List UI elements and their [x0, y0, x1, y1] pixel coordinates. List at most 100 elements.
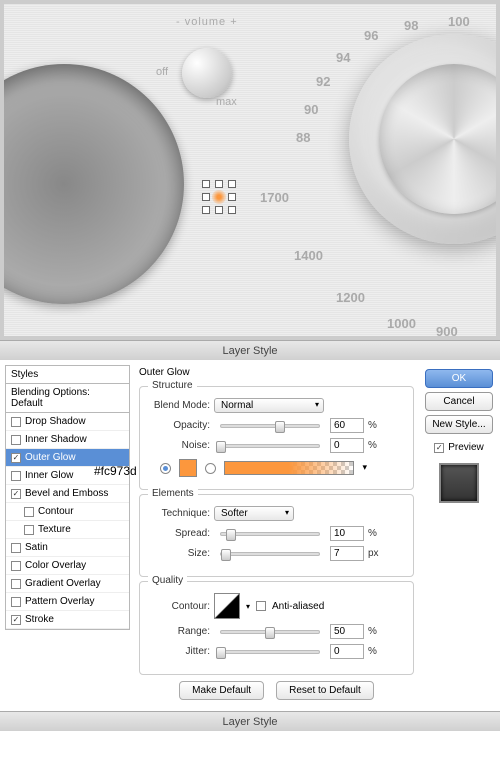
- style-item-contour[interactable]: Contour: [6, 503, 129, 521]
- jitter-unit: %: [368, 646, 377, 657]
- canvas-preview: - volume + off max 969810094929088170014…: [0, 0, 500, 340]
- noise-input[interactable]: [330, 438, 364, 453]
- cancel-button[interactable]: Cancel: [425, 392, 493, 411]
- preview-checkbox[interactable]: [434, 443, 444, 453]
- style-checkbox[interactable]: [11, 543, 21, 553]
- styles-column: Styles Blending Options: Default Drop Sh…: [5, 365, 130, 706]
- size-slider[interactable]: [220, 552, 320, 556]
- style-checkbox[interactable]: [11, 579, 21, 589]
- style-label: Inner Shadow: [25, 434, 87, 445]
- technique-dropdown[interactable]: Softer: [214, 506, 294, 521]
- style-item-inner-shadow[interactable]: Inner Shadow: [6, 431, 129, 449]
- blending-options-header[interactable]: Blending Options: Default: [6, 384, 129, 413]
- technique-label: Technique:: [148, 508, 210, 519]
- style-label: Satin: [25, 542, 48, 553]
- style-checkbox[interactable]: [24, 507, 34, 517]
- style-item-bevel-and-emboss[interactable]: Bevel and Emboss: [6, 485, 129, 503]
- noise-unit: %: [368, 440, 377, 451]
- freq-label: 1200: [336, 290, 365, 305]
- style-checkbox[interactable]: [24, 525, 34, 535]
- preview-thumbnail: [439, 463, 479, 503]
- glow-color-swatch[interactable]: [179, 459, 197, 477]
- ok-button[interactable]: OK: [425, 369, 493, 388]
- style-item-color-overlay[interactable]: Color Overlay: [6, 557, 129, 575]
- gradient-radio[interactable]: [205, 463, 216, 474]
- blendmode-dropdown[interactable]: Normal: [214, 398, 324, 413]
- reset-default-button[interactable]: Reset to Default: [276, 681, 374, 700]
- style-checkbox[interactable]: [11, 435, 21, 445]
- size-input[interactable]: [330, 546, 364, 561]
- spread-label: Spread:: [148, 528, 210, 539]
- range-unit: %: [368, 626, 377, 637]
- size-unit: px: [368, 548, 379, 559]
- freq-label: 98: [404, 18, 418, 33]
- range-slider[interactable]: [220, 630, 320, 634]
- style-checkbox[interactable]: [11, 597, 21, 607]
- freq-label: 92: [316, 74, 330, 89]
- settings-column: Outer Glow Structure Blend Mode: Normal …: [135, 365, 418, 706]
- opacity-input[interactable]: [330, 418, 364, 433]
- structure-fieldset: Structure Blend Mode: Normal Opacity: % …: [139, 386, 414, 490]
- jitter-slider[interactable]: [220, 650, 320, 654]
- layer-style-dialog: Styles Blending Options: Default Drop Sh…: [0, 360, 500, 711]
- spread-slider[interactable]: [220, 532, 320, 536]
- noise-label: Noise:: [148, 440, 210, 451]
- speaker-graphic: [0, 64, 184, 304]
- style-label: Bevel and Emboss: [25, 488, 108, 499]
- contour-picker[interactable]: [214, 593, 240, 619]
- structure-legend: Structure: [148, 380, 197, 391]
- freq-label: 1400: [294, 248, 323, 263]
- style-checkbox[interactable]: [11, 561, 21, 571]
- selection-handles[interactable]: [202, 180, 236, 214]
- jitter-input[interactable]: [330, 644, 364, 659]
- preview-label: Preview: [448, 442, 484, 453]
- annotation-color-hex: #fc973d: [94, 464, 137, 478]
- style-label: Inner Glow: [25, 470, 73, 481]
- style-item-pattern-overlay[interactable]: Pattern Overlay: [6, 593, 129, 611]
- solid-color-radio[interactable]: [160, 463, 171, 474]
- range-label: Range:: [148, 626, 210, 637]
- style-item-stroke[interactable]: Stroke: [6, 611, 129, 629]
- opacity-unit: %: [368, 420, 377, 431]
- noise-slider[interactable]: [220, 444, 320, 448]
- gradient-picker[interactable]: [224, 461, 354, 475]
- style-label: Contour: [38, 506, 74, 517]
- volume-off-label: off: [156, 66, 168, 78]
- opacity-slider[interactable]: [220, 424, 320, 428]
- make-default-button[interactable]: Make Default: [179, 681, 264, 700]
- freq-label: 900: [436, 324, 458, 339]
- quality-fieldset: Quality Contour: ▾ Anti-aliased Range: %…: [139, 581, 414, 675]
- glow-dot: [212, 190, 226, 204]
- new-style-button[interactable]: New Style...: [425, 415, 493, 434]
- style-checkbox[interactable]: [11, 489, 21, 499]
- style-item-satin[interactable]: Satin: [6, 539, 129, 557]
- style-item-gradient-overlay[interactable]: Gradient Overlay: [6, 575, 129, 593]
- quality-legend: Quality: [148, 575, 187, 586]
- style-checkbox[interactable]: [11, 417, 21, 427]
- freq-label: 88: [296, 130, 310, 145]
- jitter-label: Jitter:: [148, 646, 210, 657]
- antialiased-label: Anti-aliased: [272, 601, 324, 612]
- range-input[interactable]: [330, 624, 364, 639]
- antialiased-checkbox[interactable]: [256, 601, 266, 611]
- contour-arrow-icon[interactable]: ▾: [246, 602, 250, 611]
- elements-fieldset: Elements Technique: Softer Spread: % Siz…: [139, 494, 414, 577]
- style-checkbox[interactable]: [11, 615, 21, 625]
- style-label: Drop Shadow: [25, 416, 86, 427]
- opacity-label: Opacity:: [148, 420, 210, 431]
- freq-label: 1700: [260, 190, 289, 205]
- style-checkbox[interactable]: [11, 471, 21, 481]
- freq-label: 1000: [387, 316, 416, 331]
- volume-label: - volume +: [176, 16, 238, 28]
- contour-label: Contour:: [148, 601, 210, 612]
- style-label: Outer Glow: [25, 452, 76, 463]
- action-column: OK Cancel New Style... Preview: [423, 365, 495, 706]
- spread-unit: %: [368, 528, 377, 539]
- style-item-texture[interactable]: Texture: [6, 521, 129, 539]
- style-item-drop-shadow[interactable]: Drop Shadow: [6, 413, 129, 431]
- style-checkbox[interactable]: [11, 453, 21, 463]
- styles-header[interactable]: Styles: [6, 366, 129, 384]
- elements-legend: Elements: [148, 488, 198, 499]
- spread-input[interactable]: [330, 526, 364, 541]
- window-title: Layer Style: [0, 340, 500, 360]
